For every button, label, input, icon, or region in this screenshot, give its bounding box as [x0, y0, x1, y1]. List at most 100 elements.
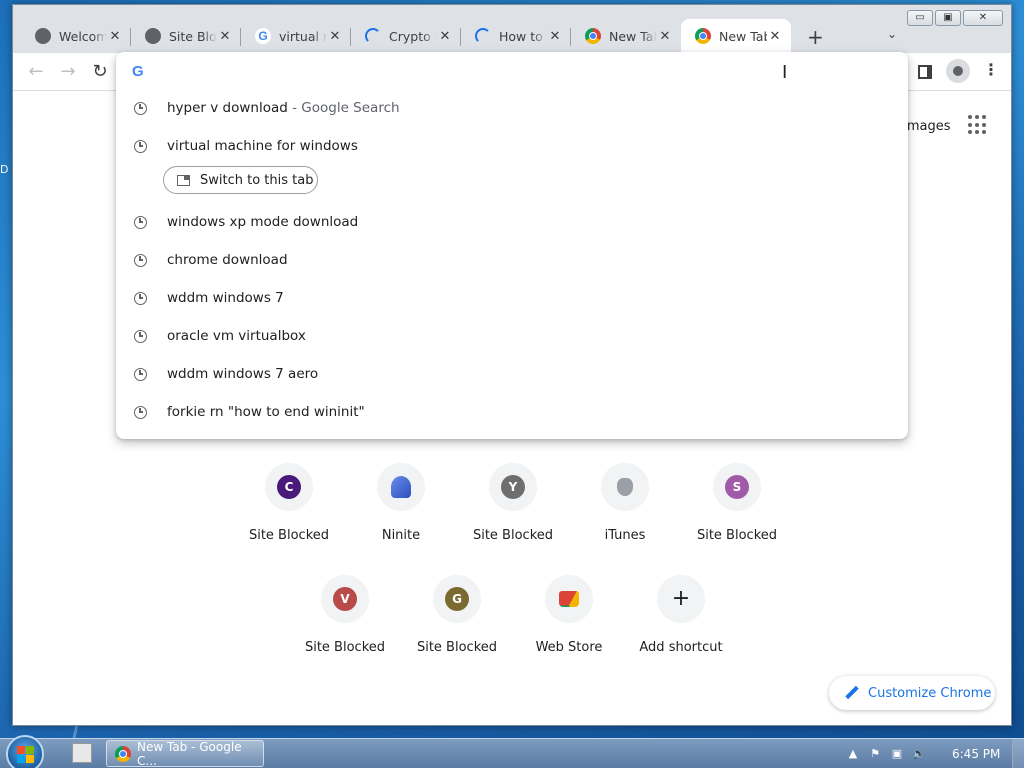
windows-logo-icon — [25, 745, 34, 754]
start-button[interactable] — [6, 735, 44, 768]
tab-title: Crypto D — [389, 28, 437, 44]
shortcut-tile[interactable]: Y Site Blocked — [457, 463, 569, 543]
ninite-icon — [391, 476, 411, 498]
close-window-button[interactable]: ✕ — [963, 10, 1003, 26]
system-tray: ▲ ⚑ ▣ 🔈 — [846, 746, 926, 760]
suggestion-text: virtual machine for windows — [167, 138, 358, 154]
suggestion-item[interactable]: wddm windows 7 — [116, 279, 908, 317]
shortcut-tile[interactable]: G Site Blocked — [401, 575, 513, 655]
person-icon — [953, 66, 963, 76]
tab-how-to[interactable]: How to ✕ — [461, 19, 571, 53]
shortcut-label: Site Blocked — [304, 640, 386, 655]
show-desktop-button[interactable] — [1012, 739, 1024, 768]
suggestion-text: wddm windows 7 — [167, 290, 284, 306]
tab-title: Welcome — [59, 28, 107, 44]
tab-title: How to — [499, 28, 543, 44]
suggestion-text: oracle vm virtualbox — [167, 328, 306, 344]
taskbar-clock[interactable]: 6:45 PM — [952, 747, 1000, 761]
globe-icon — [145, 28, 161, 44]
loading-spinner-icon — [475, 28, 491, 44]
forward-button[interactable]: → — [57, 61, 79, 82]
history-clock-icon — [134, 405, 147, 419]
shortcut-tile[interactable]: V Site Blocked — [289, 575, 401, 655]
tab-title: New Tab — [609, 28, 657, 44]
shortcut-label: Site Blocked — [248, 528, 330, 543]
tab-new-tab-active[interactable]: New Tab ✕ — [681, 19, 791, 53]
suggestion-item[interactable]: oracle vm virtualbox — [116, 317, 908, 355]
chrome-menu-button[interactable]: ⋮ — [983, 60, 999, 79]
close-icon[interactable]: ✕ — [107, 29, 123, 44]
window-controls: ▭ ▣ ✕ — [907, 10, 1003, 26]
reload-button[interactable]: ↻ — [89, 61, 111, 82]
address-bar-input[interactable] — [160, 60, 890, 82]
suggestion-text: wddm windows 7 aero — [167, 366, 319, 382]
show-hidden-icons-button[interactable]: ▲ — [846, 746, 860, 760]
tab-new-tab[interactable]: New Tab ✕ — [571, 19, 681, 53]
suggestion-item[interactable]: windows xp mode download — [116, 203, 908, 241]
maximize-button[interactable]: ▣ — [935, 10, 961, 26]
tab-strip: Welcome ✕ Site Blocked ✕ G virtual machi… — [21, 19, 791, 53]
back-button[interactable]: ← — [25, 61, 47, 82]
action-center-flag-icon[interactable]: ⚑ — [868, 746, 882, 760]
suggestion-item[interactable]: forkie rn "how to end wininit" — [116, 393, 908, 431]
suggestion-item[interactable]: hyper v download - Google Search — [116, 89, 908, 127]
chrome-taskbar-button[interactable]: New Tab - Google C... — [106, 739, 264, 768]
taskbar-window-title: New Tab - Google C... — [137, 739, 242, 768]
omnibox-dropdown: G I hyper v download - Google Search vir… — [116, 52, 908, 439]
history-clock-icon — [134, 329, 147, 343]
history-clock-icon — [134, 101, 147, 115]
letter-avatar: V — [333, 587, 357, 611]
shortcut-tile[interactable]: Ninite — [345, 463, 457, 543]
close-icon[interactable]: ✕ — [437, 29, 453, 44]
chrome-icon — [115, 745, 131, 762]
network-icon[interactable]: ▣ — [890, 746, 904, 760]
chrome-icon — [695, 28, 711, 44]
suggestion-text: hyper v download — [167, 100, 288, 116]
pencil-icon — [845, 686, 859, 700]
shortcut-tile[interactable]: iTunes — [569, 463, 681, 543]
new-tab-button[interactable]: + — [807, 25, 824, 49]
tab-title: virtual machine — [279, 28, 327, 44]
add-shortcut-tile[interactable]: + Add shortcut — [625, 575, 737, 655]
profile-avatar[interactable] — [946, 59, 970, 83]
suggestion-item[interactable]: chrome download — [116, 241, 908, 279]
history-clock-icon — [134, 253, 147, 267]
close-icon[interactable]: ✕ — [327, 29, 343, 44]
suggestion-text: windows xp mode download — [167, 214, 359, 230]
suggestion-item[interactable]: virtual machine for windows — [116, 127, 908, 165]
close-icon[interactable]: ✕ — [217, 29, 233, 44]
taskbar: New Tab - Google C... ▲ ⚑ ▣ 🔈 6:45 PM — [0, 735, 1024, 768]
suggestion-item[interactable]: wddm windows 7 aero — [116, 355, 908, 393]
images-link[interactable]: Images — [903, 119, 951, 134]
shortcut-tile[interactable]: C Site Blocked — [233, 463, 345, 543]
desktop-icon-label[interactable]: D — [0, 163, 8, 176]
tab-crypto[interactable]: Crypto D ✕ — [351, 19, 461, 53]
google-apps-icon[interactable] — [968, 115, 988, 135]
switch-tab-icon — [177, 174, 190, 186]
minimize-button[interactable]: ▭ — [907, 10, 933, 26]
apple-icon — [617, 478, 633, 496]
tab-virtual-machine[interactable]: G virtual machine ✕ — [241, 19, 351, 53]
suggestion-text: chrome download — [167, 252, 288, 268]
chrome-icon — [585, 28, 601, 44]
tab-search-button[interactable]: ⌄ — [887, 27, 897, 41]
tab-title: New Tab — [719, 28, 767, 44]
shortcut-tile[interactable]: S Site Blocked — [681, 463, 793, 543]
close-icon[interactable]: ✕ — [767, 29, 783, 44]
suggestion-hint: - Google Search — [287, 100, 400, 116]
tab-site-blocked[interactable]: Site Blocked ✕ — [131, 19, 241, 53]
shortcut-tile[interactable]: Web Store — [513, 575, 625, 655]
switch-to-tab-button[interactable]: Switch to this tab — [163, 166, 318, 194]
text-cursor-icon: I — [782, 62, 788, 83]
side-panel-icon[interactable] — [918, 65, 932, 79]
volume-icon[interactable]: 🔈 — [912, 746, 926, 760]
close-icon[interactable]: ✕ — [547, 29, 563, 44]
shortcut-label: Site Blocked — [472, 528, 554, 543]
windows-logo-icon — [16, 754, 25, 763]
close-icon[interactable]: ✕ — [657, 29, 673, 44]
tab-welcome[interactable]: Welcome ✕ — [21, 19, 131, 53]
explorer-taskbar-icon[interactable] — [72, 743, 92, 763]
windows-logo-icon — [16, 745, 25, 754]
customize-chrome-button[interactable]: Customize Chrome — [829, 676, 995, 710]
shortcut-label: Ninite — [381, 528, 421, 543]
